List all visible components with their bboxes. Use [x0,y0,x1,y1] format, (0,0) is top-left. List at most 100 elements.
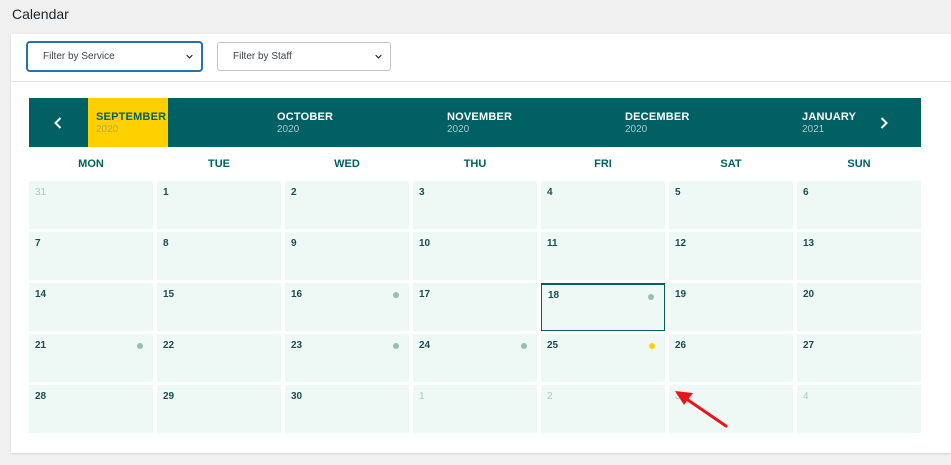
day-cell[interactable]: 30 [285,385,409,433]
day-cell[interactable]: 9 [285,232,409,280]
month-name: DECEMBER [625,111,690,123]
day-number: 2 [291,187,297,198]
day-cell[interactable]: 15 [157,283,281,331]
day-number: 30 [291,391,303,402]
day-cell[interactable]: 6 [797,181,921,229]
day-number: 14 [35,289,47,300]
day-number: 16 [291,289,303,300]
month-navigation-bar: SEPTEMBER 2020 OCTOBER 2020 NOVEMBER 202… [29,98,921,147]
day-cell[interactable]: 14 [29,283,153,331]
weekday-label: SAT [720,158,742,170]
chevron-down-icon [186,54,193,59]
day-cell[interactable]: 26 [669,334,793,382]
day-number: 13 [803,238,815,249]
availability-dot-icon [648,294,654,300]
day-number: 27 [803,340,815,351]
day-number: 17 [419,289,431,300]
day-number: 2 [547,391,553,402]
weekday-label: SUN [847,158,871,170]
month-name: NOVEMBER [447,111,513,123]
month-year: 2020 [625,124,648,135]
day-cell[interactable]: 19 [669,283,793,331]
day-cell[interactable]: 25 [541,334,665,382]
day-cell[interactable]: 1 [157,181,281,229]
weekday-label: FRI [594,158,612,170]
day-cell[interactable]: 20 [797,283,921,331]
day-cell[interactable]: 7 [29,232,153,280]
day-cell[interactable]: 28 [29,385,153,433]
previous-month-button[interactable] [29,98,87,147]
day-cell[interactable]: 4 [541,181,665,229]
day-cell[interactable]: 27 [797,334,921,382]
day-cell-today[interactable]: 18 [541,283,665,331]
weekday-label: TUE [208,158,230,170]
month-year: 2020 [447,124,470,135]
day-cell[interactable]: 13 [797,232,921,280]
day-number: 3 [419,187,425,198]
day-number: 22 [163,340,175,351]
day-number: 19 [675,289,687,300]
day-number: 31 [35,187,47,198]
day-cell[interactable]: 16 [285,283,409,331]
service-filter-select[interactable]: Filter by Service [27,42,202,71]
day-number: 29 [163,391,175,402]
day-cell[interactable]: 8 [157,232,281,280]
day-cell[interactable]: 4 [797,385,921,433]
day-number: 5 [675,187,681,198]
weekday-header: MON TUE WED THU FRI SAT SUN [29,158,921,172]
staff-filter-label: Filter by Staff [233,51,292,62]
day-number: 20 [803,289,815,300]
month-tab-september[interactable]: SEPTEMBER 2020 [88,98,168,147]
availability-dot-icon [393,292,399,298]
day-cell[interactable]: 17 [413,283,537,331]
staff-filter-select[interactable]: Filter by Staff [217,42,391,71]
day-number: 8 [163,238,169,249]
day-cell[interactable]: 23 [285,334,409,382]
weekday-label: THU [463,158,487,170]
day-cell[interactable]: 12 [669,232,793,280]
day-cell[interactable]: 3 [669,385,793,433]
day-number: 4 [803,391,809,402]
day-number: 26 [675,340,687,351]
day-number: 1 [419,391,425,402]
day-number: 6 [803,187,809,198]
availability-dot-icon [521,343,527,349]
month-tab-october[interactable]: OCTOBER 2020 [269,98,419,147]
day-cell[interactable]: 22 [157,334,281,382]
day-cell[interactable]: 10 [413,232,537,280]
day-number: 21 [35,340,47,351]
availability-dot-icon [393,343,399,349]
availability-dot-icon [137,343,143,349]
day-number: 11 [547,238,558,249]
day-number: 18 [548,290,560,301]
day-number: 25 [547,340,559,351]
page-title: Calendar [12,6,69,22]
month-tab-november[interactable]: NOVEMBER 2020 [439,98,589,147]
day-cell[interactable]: 21 [29,334,153,382]
day-number: 24 [419,340,431,351]
day-number: 9 [291,238,297,249]
day-cell[interactable]: 1 [413,385,537,433]
day-number: 23 [291,340,303,351]
day-number: 10 [419,238,431,249]
day-number: 7 [35,238,41,249]
day-cell[interactable]: 2 [285,181,409,229]
weekday-label: MON [78,158,104,170]
day-cell[interactable]: 3 [413,181,537,229]
service-filter-label: Filter by Service [43,51,115,62]
day-number: 4 [547,187,553,198]
day-cell[interactable]: 5 [669,181,793,229]
month-year: 2020 [277,124,300,135]
month-name: OCTOBER [277,111,334,123]
day-cell[interactable]: 2 [541,385,665,433]
filter-bar: Filter by Service Filter by Staff [11,34,951,82]
day-cell[interactable]: 31 [29,181,153,229]
day-cell[interactable]: 24 [413,334,537,382]
day-number: 15 [163,289,175,300]
chevron-left-icon [54,116,62,129]
month-tab-december[interactable]: DECEMBER 2020 [617,98,767,147]
next-month-button[interactable] [855,98,913,147]
day-cell[interactable]: 29 [157,385,281,433]
day-cell[interactable]: 11 [541,232,665,280]
weekday-label: WED [334,158,360,170]
